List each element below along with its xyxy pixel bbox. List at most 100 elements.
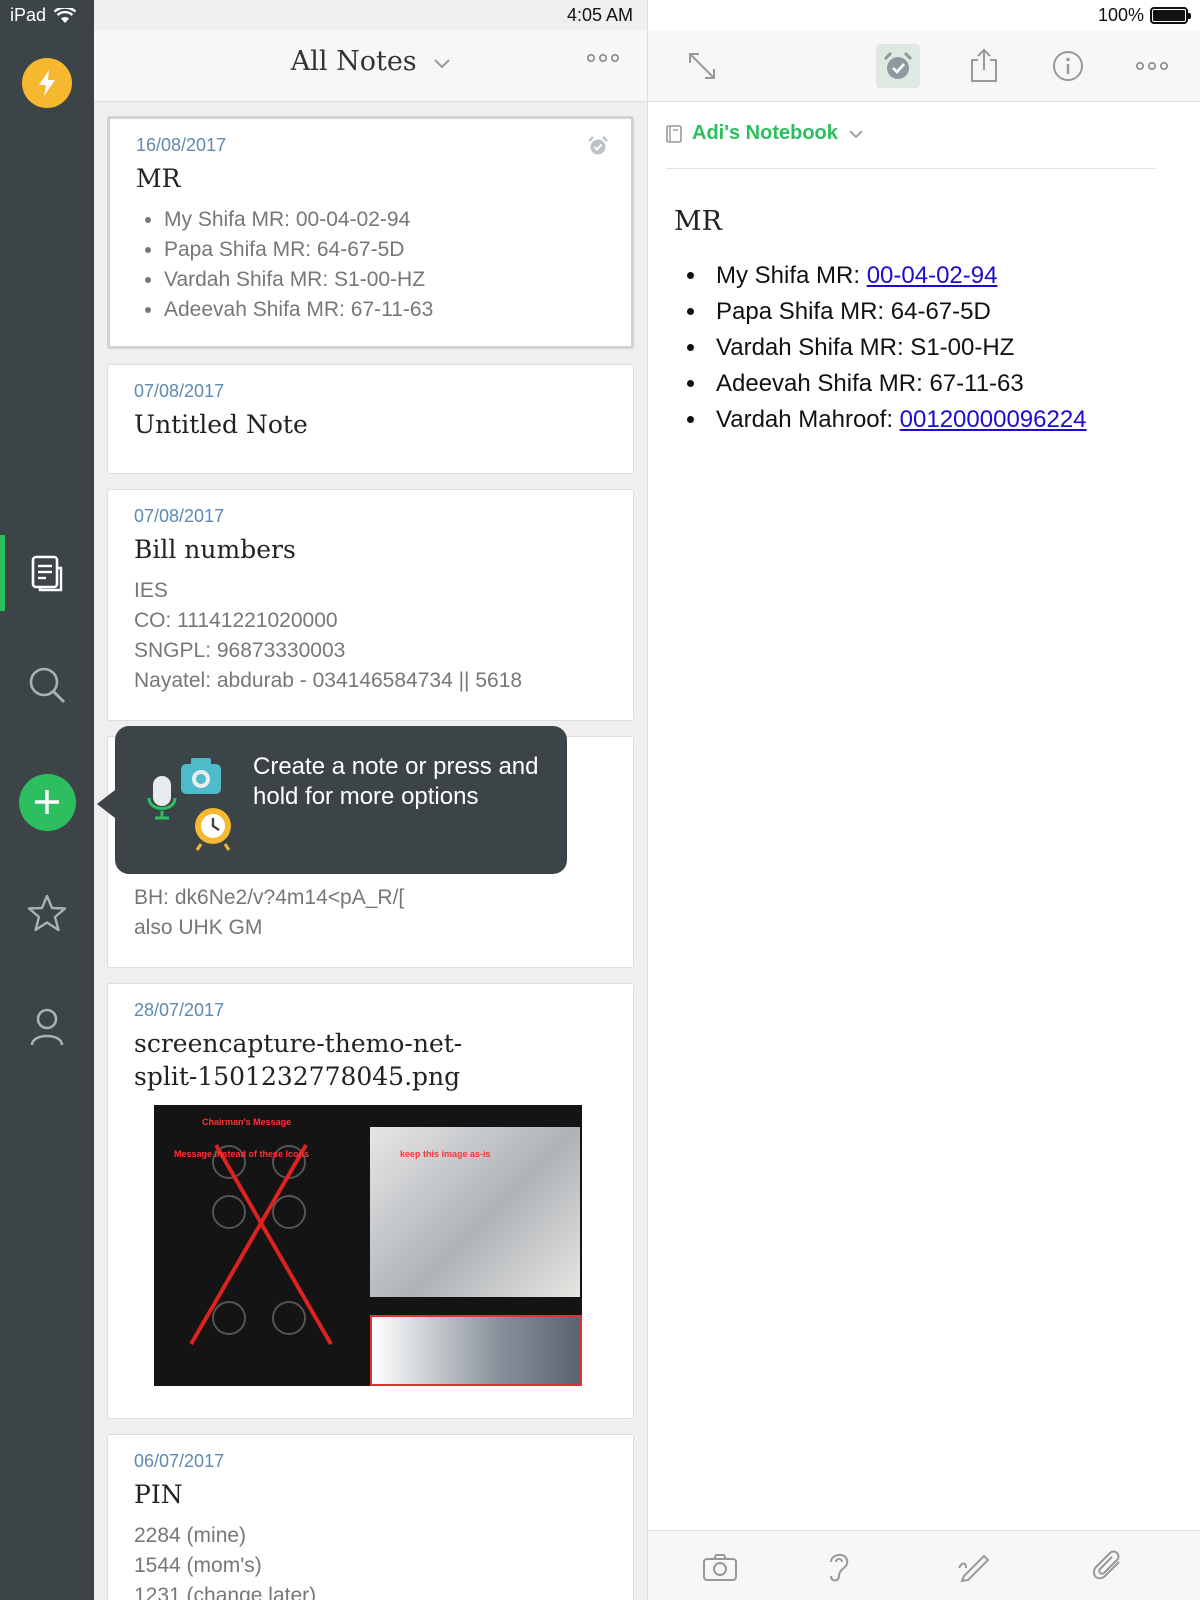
pen-icon bbox=[958, 1554, 990, 1583]
new-note-button[interactable] bbox=[0, 772, 94, 832]
status-time: 4:05 AM bbox=[566, 5, 634, 25]
star-icon bbox=[27, 894, 67, 932]
note-title-line: split-1501232778045.png bbox=[134, 1062, 461, 1091]
search-icon bbox=[29, 667, 65, 703]
chevron-down-icon bbox=[434, 58, 450, 68]
thumbnail-photo-bottom bbox=[370, 1315, 582, 1386]
reminder-button[interactable] bbox=[876, 44, 920, 88]
snippet-line: BH: dk6Ne2/v?4m14<pA_R/[ bbox=[134, 886, 405, 909]
sidebar-item-notes[interactable] bbox=[0, 535, 94, 611]
list-more-button[interactable] bbox=[586, 50, 620, 68]
sketch-button[interactable] bbox=[952, 1547, 996, 1587]
attachment-button[interactable] bbox=[1086, 1547, 1130, 1587]
snippet-line: 2284 (mine) bbox=[134, 1524, 247, 1547]
snippet-line: 1231 (change later) bbox=[134, 1584, 317, 1600]
battery-icon bbox=[1150, 7, 1191, 24]
expand-arrows-icon bbox=[689, 53, 715, 79]
editor-toolbar-bottom bbox=[648, 1530, 1200, 1600]
snippet-line: Nayatel: abdurab - 034146584734 || 5618 bbox=[134, 669, 523, 692]
sidebar-item-account[interactable] bbox=[0, 1002, 94, 1052]
note-date: 06/07/2017 bbox=[134, 1451, 225, 1471]
note-snippet-list: My Shifa MR: 00-04-02-94 Papa Shifa MR: … bbox=[136, 205, 605, 325]
editor-note-title[interactable]: MR bbox=[674, 206, 722, 237]
note-body-item: Vardah Mahroof: 00120000096224 bbox=[708, 402, 1087, 438]
notebook-icon bbox=[666, 124, 682, 143]
note-body-item: My Shifa MR: 00-04-02-94 bbox=[708, 258, 1087, 294]
note-list-header: All Notes bbox=[94, 30, 647, 102]
info-button[interactable] bbox=[1046, 44, 1090, 88]
active-indicator bbox=[0, 535, 5, 611]
note-card-bill-numbers[interactable]: 07/08/2017 Bill numbers IES CO: 11141221… bbox=[107, 489, 634, 721]
sidebar-item-shortcuts[interactable] bbox=[0, 888, 94, 938]
mr-number-link[interactable]: 00-04-02-94 bbox=[867, 262, 998, 289]
share-button[interactable] bbox=[962, 44, 1006, 88]
share-icon bbox=[971, 48, 997, 82]
note-date: 28/07/2017 bbox=[134, 1000, 225, 1020]
note-snippet: IES CO: 11141221020000 SNGPL: 9687333000… bbox=[134, 576, 607, 696]
info-icon bbox=[1053, 51, 1083, 81]
sidebar-item-search[interactable] bbox=[0, 660, 94, 710]
phone-number-link[interactable]: 00120000096224 bbox=[900, 406, 1087, 433]
notebook-picker[interactable]: Adi's Notebook bbox=[666, 122, 864, 145]
note-body-item: Vardah Shifa MR: S1-00-HZ bbox=[708, 330, 1087, 366]
note-card-screencapture[interactable]: 28/07/2017 screencapture-themo-net- spli… bbox=[107, 983, 634, 1419]
list-title: All Notes bbox=[290, 46, 417, 77]
snippet-line: 1544 (mom's) bbox=[134, 1554, 262, 1577]
alarm-clock-icon bbox=[883, 51, 913, 79]
chevron-down-icon bbox=[849, 129, 863, 138]
snippet-line: IES bbox=[134, 579, 168, 602]
audio-button[interactable] bbox=[818, 1547, 862, 1587]
thumbnail-label: keep this image as-is bbox=[400, 1149, 491, 1159]
editor-toolbar-top bbox=[648, 30, 1200, 102]
audio-wave-icon bbox=[830, 1554, 849, 1582]
list-item: Adeevah Shifa MR: 67-11-63 bbox=[164, 295, 605, 325]
status-right: 100% bbox=[1097, 5, 1191, 26]
lightning-icon bbox=[39, 70, 55, 96]
list-item: My Shifa MR: 00-04-02-94 bbox=[164, 205, 605, 235]
editor-note-body[interactable]: My Shifa MR: 00-04-02-94 Papa Shifa MR: … bbox=[708, 258, 1087, 438]
note-card-mr[interactable]: 16/08/2017 MR My Shifa MR: 00-04-02-94 P… bbox=[107, 116, 634, 349]
note-title: screencapture-themo-net- split-150123277… bbox=[134, 1027, 607, 1093]
note-title: Bill numbers bbox=[134, 535, 296, 564]
notebook-name: Adi's Notebook bbox=[692, 122, 838, 144]
camera-icon bbox=[703, 1554, 737, 1581]
battery-percent: 100% bbox=[1097, 5, 1144, 25]
snippet-line: also UHK GM bbox=[134, 916, 263, 939]
thumbnail-label: Chairman's Message bbox=[202, 1117, 292, 1127]
status-bar: iPad 4:05 AM 100% bbox=[0, 0, 1200, 30]
note-card-pin[interactable]: 06/07/2017 PIN 2284 (mine) 1544 (mom's) … bbox=[107, 1434, 634, 1600]
note-editor-panel: Adi's Notebook MR My Shifa MR: 00-04-02-… bbox=[648, 0, 1200, 1600]
note-card-untitled[interactable]: 07/08/2017 Untitled Note bbox=[107, 364, 634, 474]
camera-button[interactable] bbox=[698, 1547, 742, 1587]
note-snippet: 2284 (mine) 1544 (mom's) 1231 (change la… bbox=[134, 1521, 607, 1600]
divider bbox=[666, 168, 1156, 169]
note-title-line: screencapture-themo-net- bbox=[134, 1029, 463, 1058]
plus-icon bbox=[35, 790, 59, 814]
tooltip-text: Create a note or press and hold for more… bbox=[253, 753, 539, 810]
note-title: PIN bbox=[134, 1480, 183, 1509]
note-title: Untitled Note bbox=[134, 410, 308, 439]
note-date: 07/08/2017 bbox=[134, 506, 225, 526]
paperclip-icon bbox=[1092, 1550, 1120, 1580]
user-icon bbox=[30, 1008, 64, 1046]
thumbnail-label: Message instead of these Icons bbox=[174, 1149, 310, 1159]
snippet-line: CO: 11141221020000 bbox=[134, 609, 338, 632]
note-body-item: Adeevah Shifa MR: 67-11-63 bbox=[708, 366, 1087, 402]
note-body-item: Papa Shifa MR: 64-67-5D bbox=[708, 294, 1087, 330]
notes-icon bbox=[31, 555, 63, 592]
new-note-tooltip[interactable]: Create a note or press and hold for more… bbox=[97, 726, 567, 874]
note-thumbnail-image: Chairman's Message Message instead of th… bbox=[154, 1105, 582, 1386]
list-item: Papa Shifa MR: 64-67-5D bbox=[164, 235, 605, 265]
note-date: 07/08/2017 bbox=[134, 381, 225, 401]
note-date: 16/08/2017 bbox=[136, 135, 227, 155]
sidebar bbox=[0, 0, 94, 1600]
editor-more-button[interactable] bbox=[1130, 44, 1174, 88]
note-title: MR bbox=[136, 164, 181, 193]
note-snippet: BH: dk6Ne2/v?4m14<pA_R/[ also UHK GM bbox=[134, 883, 404, 943]
expand-button[interactable] bbox=[680, 44, 724, 88]
reminder-alarm-icon bbox=[587, 135, 609, 162]
more-dots-icon bbox=[1135, 61, 1168, 71]
quick-note-button[interactable] bbox=[0, 55, 94, 111]
notebook-selector[interactable]: All Notes bbox=[94, 46, 647, 77]
more-dots-icon bbox=[586, 53, 619, 63]
